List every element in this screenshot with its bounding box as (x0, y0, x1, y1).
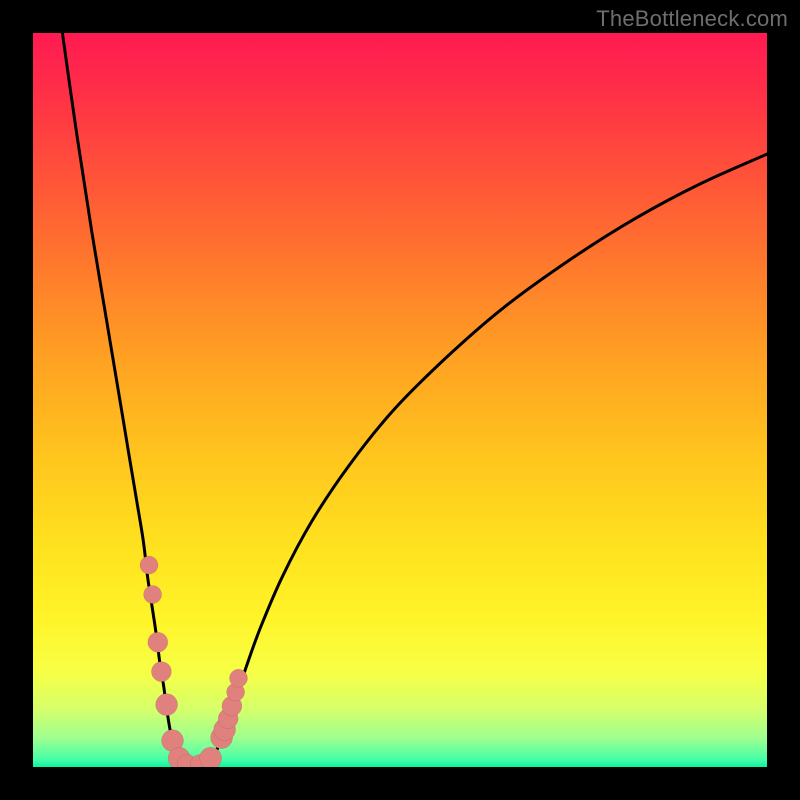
bead-marker (148, 632, 168, 652)
plot-area (33, 33, 767, 767)
bead-cluster (140, 556, 248, 767)
bead-marker (144, 586, 162, 604)
bead-marker (230, 669, 248, 687)
bead-marker (156, 694, 178, 716)
bead-marker (151, 662, 171, 682)
bead-marker (140, 556, 158, 574)
bead-marker (200, 747, 222, 767)
watermark-text: TheBottleneck.com (596, 6, 788, 32)
outer-frame: TheBottleneck.com (0, 0, 800, 800)
curve-layer (33, 33, 767, 767)
curve-line (62, 33, 767, 766)
